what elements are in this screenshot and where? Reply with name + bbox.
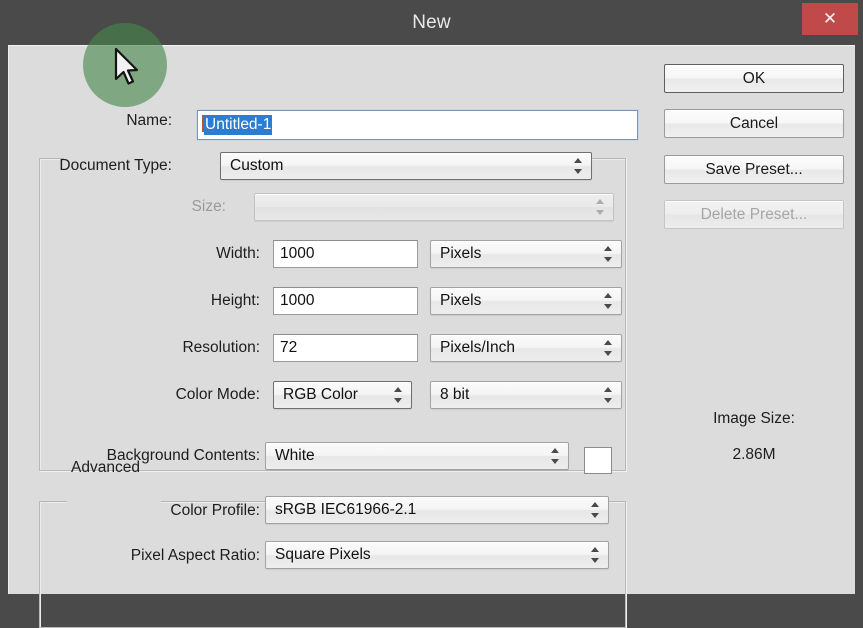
- resolution-unit-select[interactable]: Pixels/Inch: [430, 334, 622, 362]
- new-document-dialog: New ✕ Name: Untitled-1 Document Type: Cu…: [0, 0, 863, 628]
- size-select: [254, 193, 614, 221]
- advanced-legend: Advanced: [71, 459, 140, 476]
- image-size-value: 2.86M: [732, 446, 776, 463]
- width-input[interactable]: 1000: [273, 240, 418, 268]
- name-label: Name:: [126, 112, 172, 129]
- pixel-aspect-ratio-select[interactable]: Square Pixels: [265, 541, 609, 569]
- color-depth-value: 8 bit: [440, 386, 470, 403]
- width-label: Width:: [216, 245, 260, 262]
- color-profile-label: Color Profile:: [170, 502, 260, 519]
- close-icon[interactable]: ✕: [802, 3, 858, 35]
- chevron-updown-icon: [574, 157, 583, 175]
- width-unit-select[interactable]: Pixels: [430, 240, 622, 268]
- size-label: Size:: [191, 198, 226, 215]
- height-label: Height:: [210, 292, 260, 309]
- ok-button[interactable]: OK: [664, 64, 844, 93]
- document-type-value: Custom: [230, 157, 284, 174]
- color-depth-select[interactable]: 8 bit: [430, 381, 622, 409]
- color-mode-select[interactable]: RGB Color: [273, 381, 412, 409]
- background-contents-value: White: [275, 447, 315, 464]
- resolution-value: 72: [280, 339, 298, 356]
- chevron-updown-icon: [604, 245, 613, 263]
- height-unit-value: Pixels: [440, 292, 482, 309]
- height-input[interactable]: 1000: [273, 287, 418, 315]
- title-bar: New ✕: [0, 0, 863, 45]
- dialog-body: Name: Untitled-1 Document Type: Custom S…: [8, 45, 855, 628]
- color-profile-value: sRGB IEC61966-2.1: [275, 501, 417, 518]
- document-type-select[interactable]: Custom: [220, 152, 592, 180]
- width-unit-value: Pixels: [440, 245, 482, 262]
- background-color-swatch[interactable]: [584, 447, 612, 474]
- resolution-input[interactable]: 72: [273, 334, 418, 362]
- image-size-label: Image Size:: [713, 410, 795, 427]
- color-mode-value: RGB Color: [283, 386, 358, 403]
- chevron-updown-icon: [596, 198, 605, 216]
- chevron-updown-icon: [604, 339, 613, 357]
- resolution-label: Resolution:: [182, 339, 260, 356]
- cancel-button[interactable]: Cancel: [664, 109, 844, 138]
- save-preset-button[interactable]: Save Preset...: [664, 155, 844, 184]
- pixel-aspect-ratio-value: Square Pixels: [275, 546, 371, 563]
- name-input-value: Untitled-1: [204, 115, 273, 135]
- name-input[interactable]: Untitled-1: [197, 110, 638, 140]
- chevron-updown-icon: [591, 501, 600, 519]
- background-contents-select[interactable]: White: [265, 442, 569, 470]
- chevron-updown-icon: [551, 447, 560, 465]
- height-value: 1000: [280, 292, 315, 309]
- delete-preset-button: Delete Preset...: [664, 200, 844, 229]
- color-profile-select[interactable]: sRGB IEC61966-2.1: [265, 496, 609, 524]
- chevron-updown-icon: [591, 546, 600, 564]
- chevron-updown-icon: [604, 292, 613, 310]
- pixel-aspect-ratio-label: Pixel Aspect Ratio:: [130, 547, 260, 564]
- width-value: 1000: [280, 245, 315, 262]
- document-type-label: Document Type:: [59, 157, 172, 174]
- window-title: New: [412, 12, 451, 33]
- chevron-updown-icon: [394, 386, 403, 404]
- height-unit-select[interactable]: Pixels: [430, 287, 622, 315]
- chevron-updown-icon: [604, 386, 613, 404]
- background-contents-label: Background Contents:: [106, 447, 260, 464]
- resolution-unit-value: Pixels/Inch: [440, 339, 515, 356]
- color-mode-label: Color Mode:: [175, 386, 260, 403]
